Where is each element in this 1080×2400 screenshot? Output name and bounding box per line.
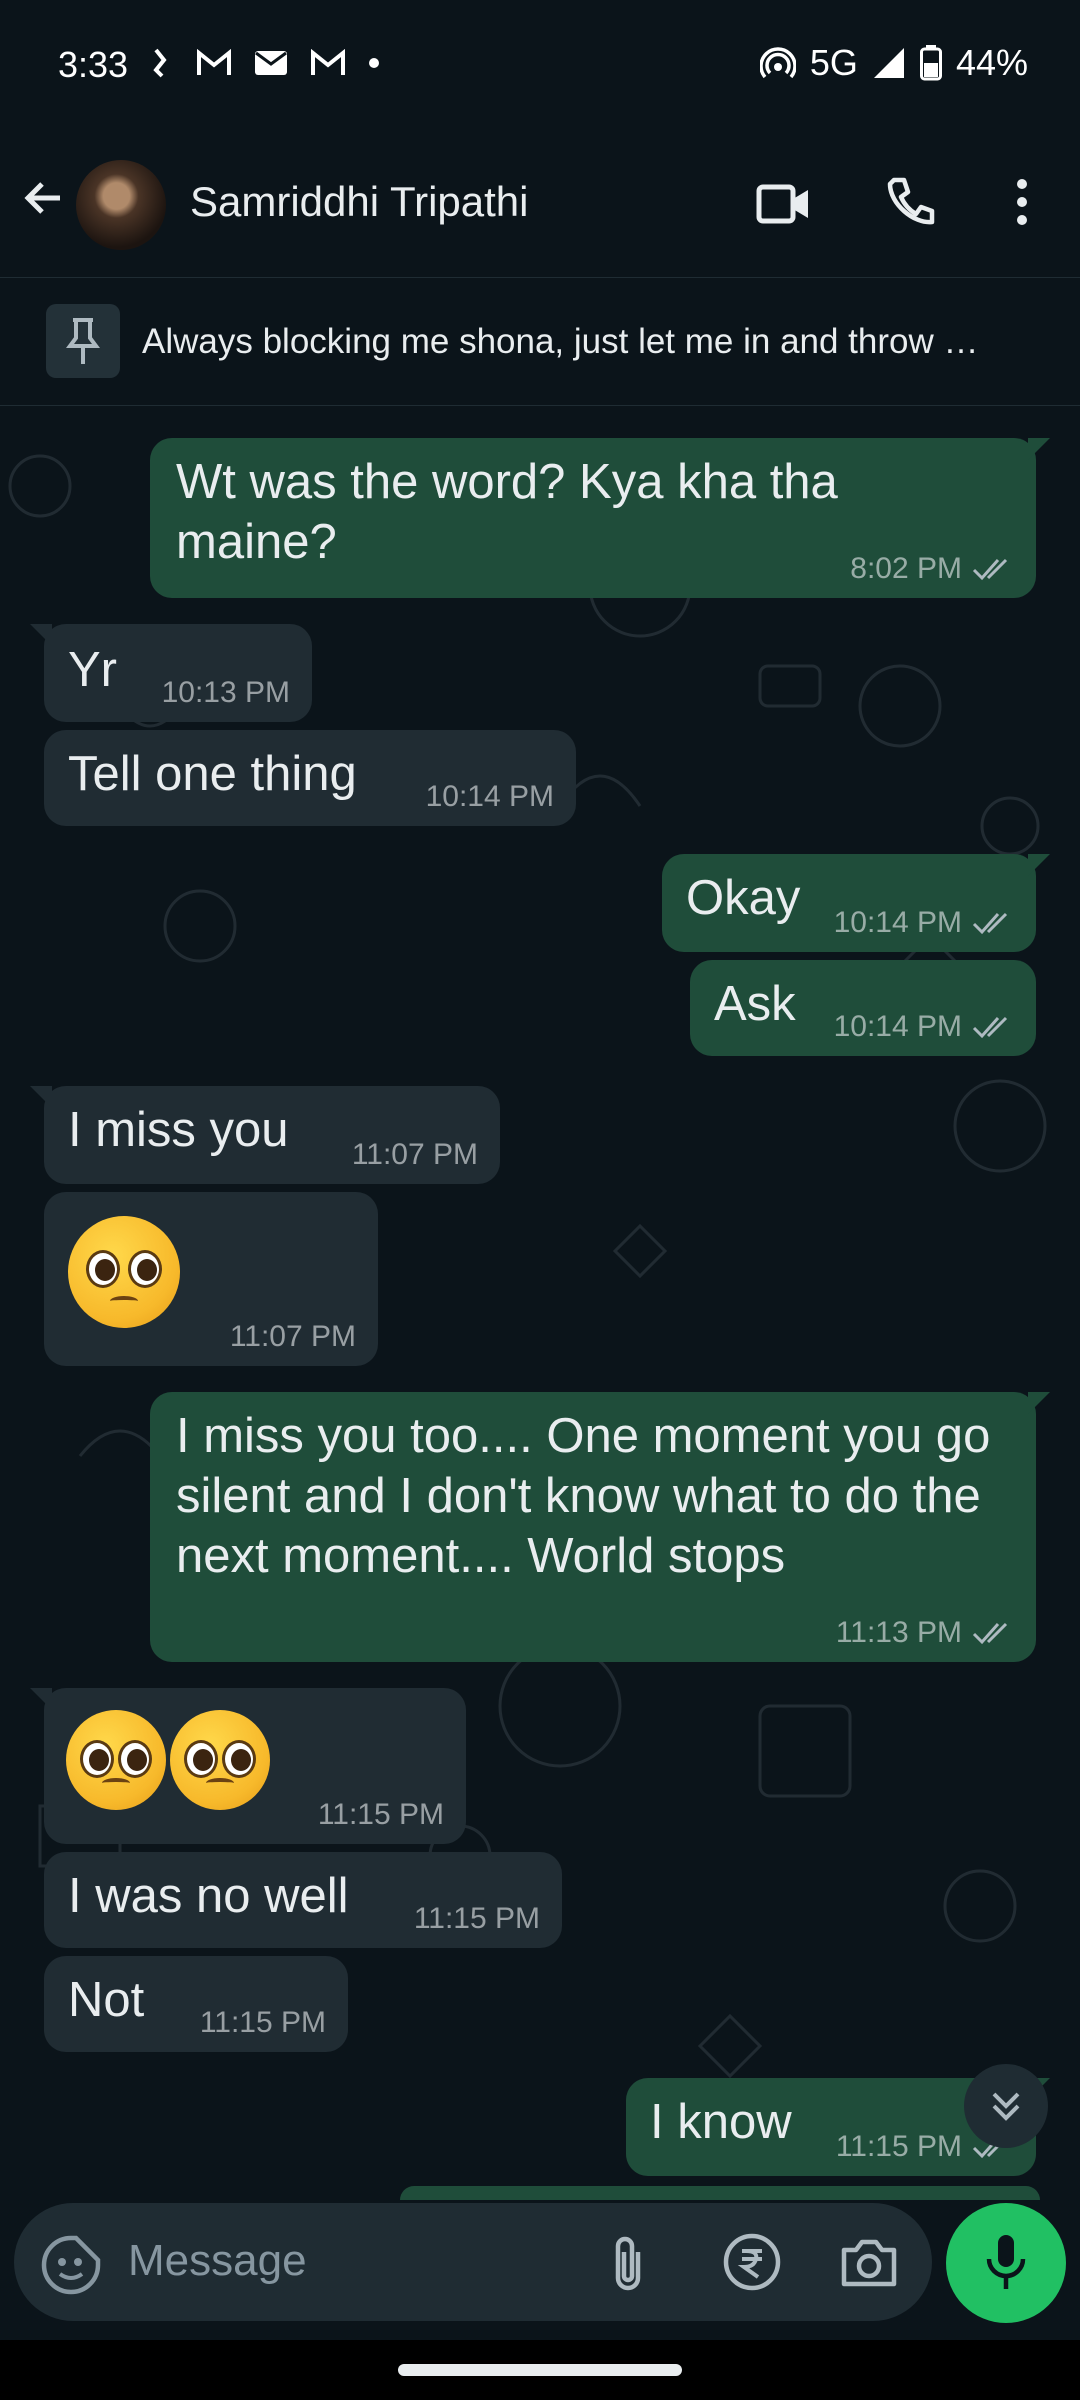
pinned-message-text: Always blocking me shona, just let me in… [142, 322, 979, 361]
video-call-icon[interactable] [756, 182, 812, 226]
message-outgoing[interactable]: Wt was the word? Kya kha tha maine? 8:02… [150, 438, 1050, 598]
chat-header: Samriddhi Tripathi [0, 130, 1080, 278]
double-check-icon [972, 1622, 1008, 1645]
message-time: 10:14 PM [833, 1010, 962, 1043]
status-bar: 3:33 5G 44% [0, 0, 1080, 130]
microphone-icon [986, 2235, 1026, 2289]
pleading-face-emoji [68, 1216, 180, 1328]
message-time: 10:14 PM [833, 906, 962, 939]
message-time: 11:15 PM [835, 2130, 962, 2163]
message-text: Ask [714, 977, 796, 1031]
message-meta: 10:13 PM [162, 676, 290, 710]
message-time: 11:13 PM [835, 1616, 962, 1649]
message-incoming[interactable]: Tell one thing 10:14 PM [44, 730, 576, 826]
avatar[interactable] [76, 160, 166, 250]
double-check-icon [972, 558, 1008, 581]
message-time: 11:15 PM [317, 1798, 444, 1831]
message-text: Okay [686, 871, 801, 925]
message-incoming[interactable]: I miss you 11:07 PM [30, 1086, 500, 1184]
message-text: I miss you too.... One moment you go sil… [176, 1409, 991, 1583]
chat-area[interactable]: Wt was the word? Kya kha tha maine? 8:02… [0, 406, 1080, 2200]
message-time: 11:07 PM [229, 1320, 356, 1353]
message-incoming-emoji[interactable]: 11:07 PM [44, 1192, 378, 1366]
message-meta: 11:15 PM [200, 2006, 326, 2040]
message-time: 11:07 PM [351, 1138, 478, 1171]
mail-icon [255, 51, 287, 75]
gmail-icon [311, 49, 345, 75]
double-chevron-down-icon [992, 2092, 1020, 2121]
notification-icons [150, 46, 380, 80]
pin-icon [66, 318, 100, 364]
message-text: Wt was the word? Kya kha tha maine? [176, 455, 838, 569]
contact-name[interactable]: Samriddhi Tripathi [190, 178, 528, 226]
message-text: Not [68, 1973, 145, 2027]
sticker-icon[interactable] [40, 2234, 102, 2296]
message-meta: 10:14 PM [834, 906, 1014, 940]
phone-missed-icon [153, 48, 167, 78]
message-meta: 8:02 PM [850, 552, 1014, 586]
message-time: 8:02 PM [850, 552, 962, 585]
message-meta: 11:07 PM [230, 1320, 356, 1354]
voice-call-icon[interactable] [884, 176, 936, 228]
network-type: 5G [809, 42, 858, 83]
message-text: I know [650, 2095, 792, 2149]
gmail-icon [197, 49, 231, 75]
more-options-icon[interactable] [1010, 176, 1034, 228]
message-meta: 10:14 PM [834, 1010, 1014, 1044]
message-text: Tell one thing [68, 747, 357, 801]
battery-percent: 44% [955, 42, 1028, 83]
message-time: 10:13 PM [161, 676, 290, 709]
message-time: 11:15 PM [199, 2006, 326, 2039]
message-meta: 11:07 PM [352, 1138, 478, 1172]
signal-icon [873, 48, 904, 78]
hotspot-icon [759, 47, 796, 79]
status-time: 3:33 [58, 44, 129, 85]
double-check-icon [972, 1016, 1008, 1039]
home-gesture-handle[interactable] [398, 2364, 682, 2376]
pin-icon-box [46, 304, 120, 378]
message-outgoing[interactable]: I miss you too.... One moment you go sil… [150, 1392, 1050, 1662]
message-meta: 11:15 PM [414, 1902, 540, 1936]
message-meta: 11:13 PM [836, 1616, 1014, 1650]
message-text: I miss you [68, 1103, 289, 1157]
system-nav-bar [0, 2340, 1080, 2400]
message-input-placeholder[interactable]: Message [128, 2236, 307, 2286]
message-incoming[interactable]: Not 11:15 PM [44, 1956, 348, 2052]
status-right: 5G 44% [759, 42, 1028, 84]
message-time: 11:15 PM [413, 1902, 540, 1935]
camera-icon[interactable] [840, 2234, 898, 2290]
pleading-face-emoji [170, 1710, 270, 1810]
next-message-edge [400, 2186, 1040, 2200]
pleading-face-emoji [66, 1710, 166, 1810]
battery-icon [919, 45, 942, 81]
pinned-message-bar[interactable]: Always blocking me shona, just let me in… [0, 278, 1080, 406]
back-arrow-icon[interactable] [20, 174, 68, 222]
message-time: 10:14 PM [425, 780, 554, 813]
message-text: I was no well [68, 1869, 349, 1923]
attachment-icon[interactable] [604, 2232, 652, 2296]
message-incoming[interactable]: Yr 10:13 PM [30, 624, 312, 722]
double-check-icon [972, 912, 1008, 935]
message-incoming[interactable]: I was no well 11:15 PM [44, 1852, 562, 1948]
message-meta: 10:14 PM [426, 780, 554, 814]
scroll-to-bottom-button[interactable] [964, 2064, 1048, 2148]
message-outgoing[interactable]: Ask 10:14 PM [690, 960, 1036, 1056]
payment-rupee-icon[interactable] [722, 2232, 782, 2292]
dot-icon [369, 58, 379, 68]
message-meta: 11:15 PM [318, 1798, 444, 1832]
message-incoming-emoji[interactable]: 11:15 PM [30, 1688, 466, 1844]
message-text: Yr [68, 643, 117, 697]
message-outgoing[interactable]: Okay 10:14 PM [662, 854, 1050, 952]
voice-record-button[interactable] [946, 2203, 1066, 2323]
